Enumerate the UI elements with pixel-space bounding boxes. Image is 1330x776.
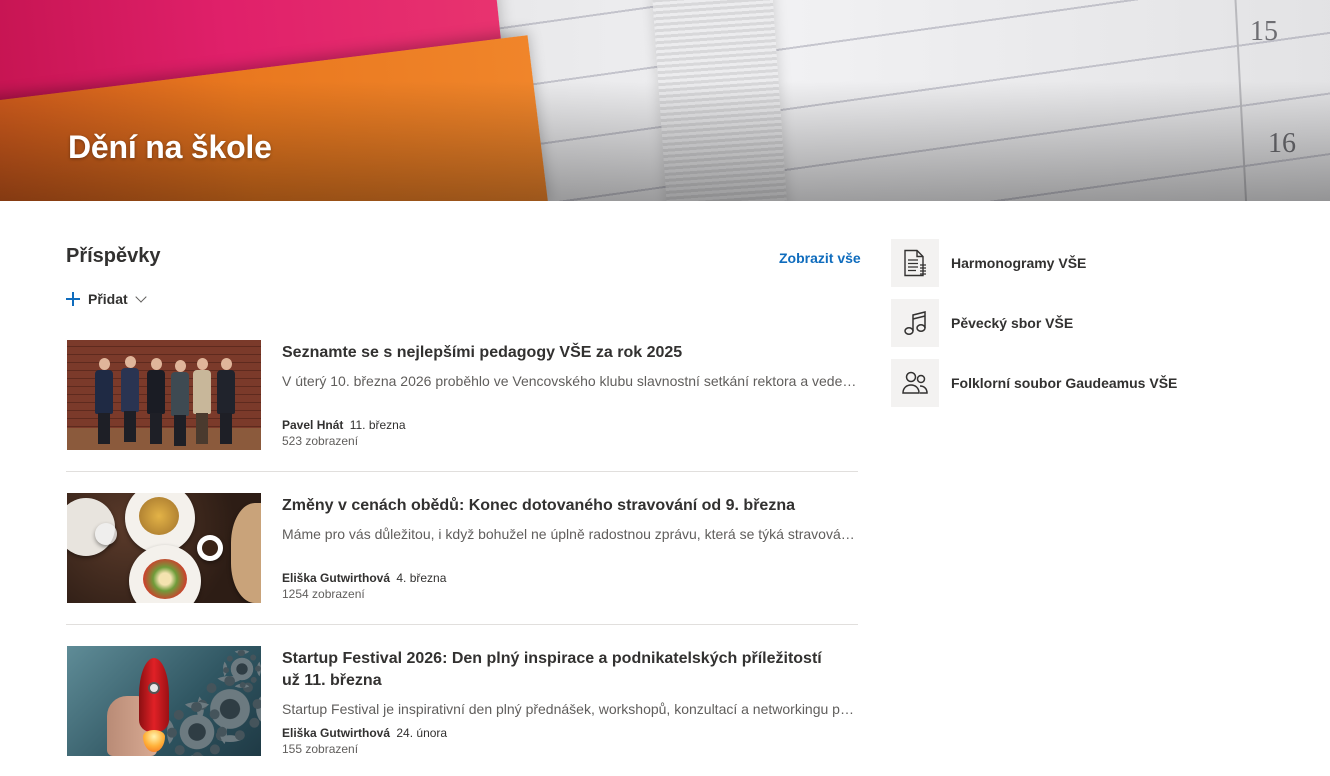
quick-link-icon-box bbox=[891, 239, 939, 287]
add-button[interactable]: Přidat bbox=[66, 288, 147, 310]
music-note-icon bbox=[904, 311, 926, 335]
quick-link-label: Harmonogramy VŠE bbox=[951, 255, 1087, 271]
post-description: Startup Festival je inspirativní den pln… bbox=[282, 701, 857, 717]
post-date: 4. března bbox=[396, 571, 447, 585]
people-icon bbox=[902, 371, 928, 394]
news-post[interactable]: Startup Festival 2026: Den plný inspirac… bbox=[66, 646, 858, 776]
quick-link-pevecky-sbor[interactable]: Pěvecký sbor VŠE bbox=[891, 299, 1311, 347]
post-thumbnail[interactable] bbox=[67, 646, 261, 756]
hero-calendar-number: 15 bbox=[1250, 16, 1278, 47]
post-author[interactable]: Eliška Gutwirthová bbox=[282, 571, 390, 585]
post-description: Máme pro vás důležitou, i když bohužel n… bbox=[282, 526, 857, 542]
post-author[interactable]: Eliška Gutwirthová bbox=[282, 726, 390, 740]
post-date: 24. února bbox=[396, 726, 448, 740]
chevron-down-icon bbox=[135, 290, 147, 303]
news-post[interactable]: Seznamte se s nejlepšími pedagogy VŠE za… bbox=[66, 340, 858, 470]
quick-link-gaudeamus[interactable]: Folklorní soubor Gaudeamus VŠE bbox=[891, 359, 1311, 407]
quick-link-icon-box bbox=[891, 359, 939, 407]
hero-banner: 15 16 Dění na škole bbox=[0, 0, 1330, 201]
plus-icon bbox=[66, 292, 80, 306]
quick-link-harmonogramy[interactable]: Harmonogramy VŠE bbox=[891, 239, 1311, 287]
quick-link-label: Pěvecký sbor VŠE bbox=[951, 315, 1074, 331]
post-views: 155 zobrazení bbox=[282, 742, 359, 756]
news-section-title: Příspěvky bbox=[66, 245, 161, 267]
rocket-illustration bbox=[139, 658, 169, 732]
post-title[interactable]: Seznamte se s nejlepšími pedagogy VŠE za… bbox=[282, 342, 842, 364]
add-button-label: Přidat bbox=[88, 291, 128, 307]
post-description: V úterý 10. března 2026 proběhlo ve Venc… bbox=[282, 373, 857, 389]
post-author[interactable]: Pavel Hnát bbox=[282, 418, 343, 432]
news-post[interactable]: Změny v cenách obědů: Konec dotovaného s… bbox=[66, 493, 858, 623]
see-all-link[interactable]: Zobrazit vše bbox=[779, 250, 861, 266]
post-title[interactable]: Změny v cenách obědů: Konec dotovaného s… bbox=[282, 495, 842, 517]
post-date: 11. března bbox=[349, 418, 406, 432]
post-meta: Eliška Gutwirthová 24. února bbox=[282, 725, 447, 741]
document-list-icon bbox=[904, 249, 926, 277]
divider bbox=[66, 624, 858, 625]
post-thumbnail[interactable] bbox=[67, 493, 261, 603]
post-thumbnail[interactable] bbox=[67, 340, 261, 450]
quick-link-label: Folklorní soubor Gaudeamus VŠE bbox=[951, 375, 1178, 391]
quick-link-icon-box bbox=[891, 299, 939, 347]
post-views: 523 zobrazení bbox=[282, 434, 359, 448]
page-title: Dění na škole bbox=[68, 129, 272, 165]
post-views: 1254 zobrazení bbox=[282, 587, 365, 601]
post-meta: Pavel Hnát 11. března bbox=[282, 417, 406, 433]
post-title[interactable]: Startup Festival 2026: Den plný inspirac… bbox=[282, 648, 842, 692]
post-meta: Eliška Gutwirthová 4. března bbox=[282, 570, 446, 586]
divider bbox=[66, 471, 858, 472]
